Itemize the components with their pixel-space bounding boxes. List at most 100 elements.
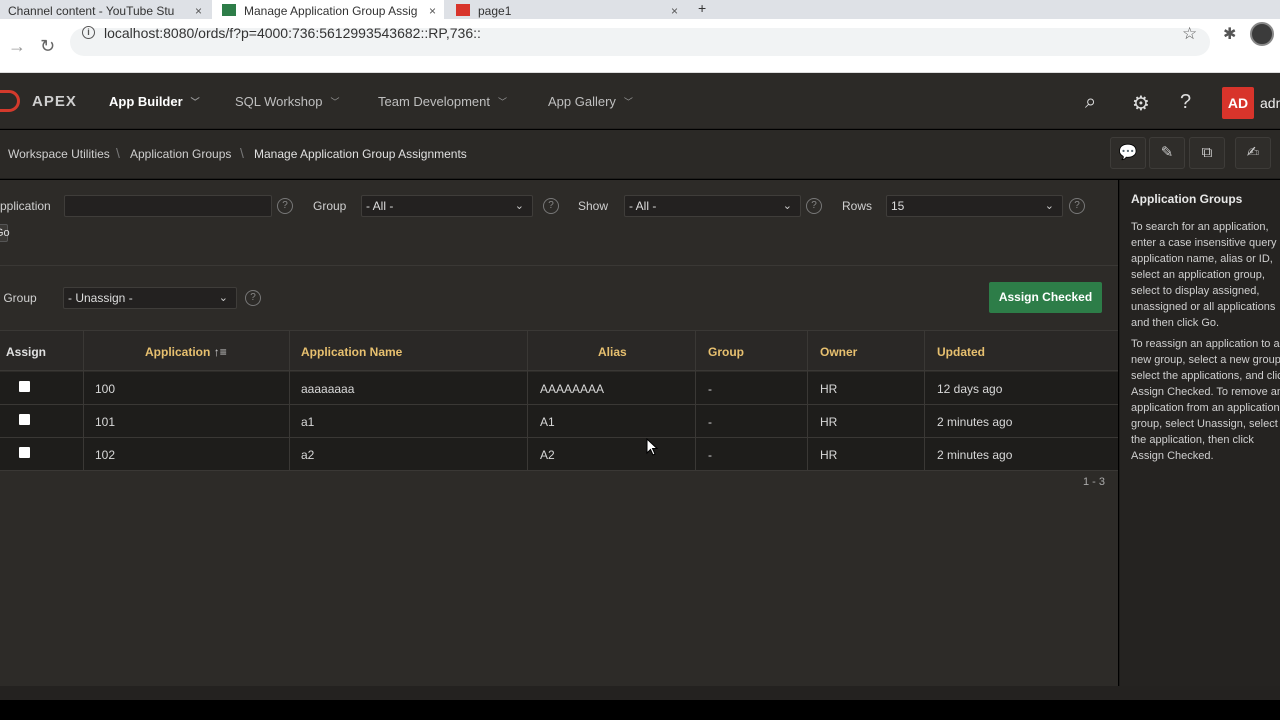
cell-alias: A1: [540, 415, 555, 429]
extensions-icon[interactable]: ✱: [1223, 24, 1236, 44]
page-title: Manage Application Group Assignments: [254, 147, 467, 161]
cell-owner: HR: [820, 382, 838, 396]
edit-tag-icon[interactable]: ✎: [1149, 137, 1185, 169]
help-icon[interactable]: ?: [1069, 198, 1085, 214]
screen-bottom-edge: [0, 700, 1280, 720]
chevron-down-icon: ﹀: [330, 97, 340, 107]
forward-arrow-icon[interactable]: →: [8, 37, 26, 55]
close-tab-icon[interactable]: ×: [195, 4, 202, 18]
reload-icon[interactable]: ↻: [40, 37, 55, 55]
help-icon[interactable]: ?: [806, 198, 822, 214]
search-icon[interactable]: ⌕: [1085, 91, 1096, 114]
cell-alias: A2: [540, 448, 555, 462]
go-button[interactable]: Go: [0, 224, 10, 242]
assign-checkbox[interactable]: [19, 381, 30, 392]
column-divider: [924, 330, 925, 471]
menu-app-gallery[interactable]: App Gallery ﹀: [548, 94, 633, 109]
group-select[interactable]: - All - ⌄: [361, 195, 533, 217]
browser-tab[interactable]: page1 ×: [446, 0, 686, 19]
help-icon[interactable]: ?: [245, 290, 261, 306]
table-row: 100 aaaaaaaa AAAAAAAA - HR 12 days ago: [0, 372, 1118, 405]
table-row: 101 a1 A1 - HR 2 minutes ago: [0, 405, 1118, 438]
oracle-logo-icon[interactable]: [0, 90, 20, 112]
pagination-text: 1 - 3: [1083, 476, 1106, 488]
menu-sql-workshop[interactable]: SQL Workshop ﹀: [235, 94, 339, 109]
browser-tab-bar: Channel content - YouTube Stu × Manage A…: [0, 0, 1280, 19]
assign-checkbox[interactable]: [19, 414, 30, 425]
breadcrumb-workspace-utilities[interactable]: Workspace Utilities: [8, 147, 110, 161]
breadcrumb-separator: \: [116, 145, 120, 161]
application-search-input[interactable]: [64, 195, 272, 217]
show-select[interactable]: - All - ⌄: [624, 195, 801, 217]
cell-group: -: [708, 415, 712, 429]
cell-application-name[interactable]: a2: [301, 448, 314, 462]
column-header-assign[interactable]: Assign: [6, 345, 46, 359]
tab-title: Channel content - YouTube Stu: [8, 4, 175, 18]
new-group-select-value: - Unassign -: [68, 291, 133, 305]
profile-avatar[interactable]: [1250, 22, 1274, 46]
assign-checkbox[interactable]: [19, 447, 30, 458]
sort-ascending-icon: ↑≡: [213, 345, 227, 359]
administration-icon[interactable]: ⚙: [1132, 91, 1150, 116]
footer: [0, 686, 1280, 700]
shared-components-icon[interactable]: ⧉: [1189, 137, 1225, 169]
chevron-down-icon: ⌄: [782, 200, 792, 212]
new-group-select[interactable]: - Unassign - ⌄: [63, 287, 237, 309]
chevron-down-icon: ⌄: [1044, 200, 1054, 212]
cell-application-name[interactable]: aaaaaaaa: [301, 382, 354, 396]
column-header-updated[interactable]: Updated: [937, 345, 985, 359]
show-select-value: - All -: [629, 199, 657, 213]
page-favicon-icon: [456, 4, 470, 16]
close-tab-icon[interactable]: ×: [429, 4, 436, 18]
user-avatar[interactable]: AD: [1222, 87, 1254, 119]
column-header-application-name[interactable]: Application Name: [301, 345, 402, 359]
menu-team-development[interactable]: Team Development ﹀: [378, 94, 507, 109]
cell-application-name[interactable]: a1: [301, 415, 314, 429]
column-header-alias[interactable]: Alias: [598, 345, 627, 359]
cell-owner: HR: [820, 448, 838, 462]
new-tab-button[interactable]: +: [698, 0, 718, 19]
column-header-group[interactable]: Group: [708, 345, 744, 359]
menu-app-builder[interactable]: App Builder ﹀: [109, 94, 200, 109]
help-icon[interactable]: ?: [543, 198, 559, 214]
mouse-cursor-icon: [646, 438, 659, 456]
chevron-down-icon: ﹀: [623, 97, 633, 107]
column-header-application[interactable]: Application ↑≡: [145, 345, 227, 359]
rows-select-value: 15: [891, 199, 905, 213]
apex-logo[interactable]: APEX: [32, 93, 77, 110]
show-label: Show: [578, 199, 609, 213]
column-divider: [83, 330, 84, 471]
cell-application: 102: [95, 448, 116, 462]
help-text-search: To search for an application, enter a ca…: [1131, 221, 1277, 329]
bookmark-star-icon[interactable]: ☆: [1182, 24, 1197, 44]
help-text-reassign: To reassign an application to a new grou…: [1131, 338, 1280, 462]
divider: [0, 265, 1118, 266]
cell-owner: HR: [820, 415, 838, 429]
column-header-owner[interactable]: Owner: [820, 345, 857, 359]
breadcrumb-application-groups[interactable]: Application Groups: [130, 147, 231, 161]
new-group-label: New Group: [0, 291, 37, 305]
column-divider: [695, 330, 696, 471]
help-icon[interactable]: ?: [277, 198, 293, 214]
menu-label: App Gallery: [548, 94, 616, 109]
url-text[interactable]: localhost:8080/ords/f?p=4000:736:5612993…: [104, 25, 481, 41]
browser-tab[interactable]: Channel content - YouTube Stu ×: [0, 0, 210, 19]
site-info-icon[interactable]: i: [82, 26, 95, 39]
breadcrumb: Workspace Utilities \ Application Groups…: [0, 130, 1280, 179]
rows-label: Rows: [842, 199, 873, 213]
tab-title: Manage Application Group Assig: [244, 4, 418, 18]
feedback-icon[interactable]: 💬: [1110, 137, 1146, 169]
group-label: Group: [313, 199, 347, 213]
cell-group: -: [708, 448, 712, 462]
edit-page-icon[interactable]: ✍: [1235, 137, 1271, 169]
menu-label: SQL Workshop: [235, 94, 323, 109]
application-label: Application: [0, 199, 51, 213]
browser-tab-active[interactable]: Manage Application Group Assig ×: [212, 0, 444, 19]
rows-select[interactable]: 15 ⌄: [886, 195, 1063, 217]
assign-checked-button[interactable]: Assign Checked: [989, 282, 1102, 313]
cell-updated: 2 minutes ago: [937, 415, 1013, 429]
help-icon[interactable]: ?: [1180, 91, 1191, 114]
user-name[interactable]: admin: [1260, 95, 1280, 111]
menu-label: Team Development: [378, 94, 490, 109]
close-tab-icon[interactable]: ×: [671, 4, 678, 18]
